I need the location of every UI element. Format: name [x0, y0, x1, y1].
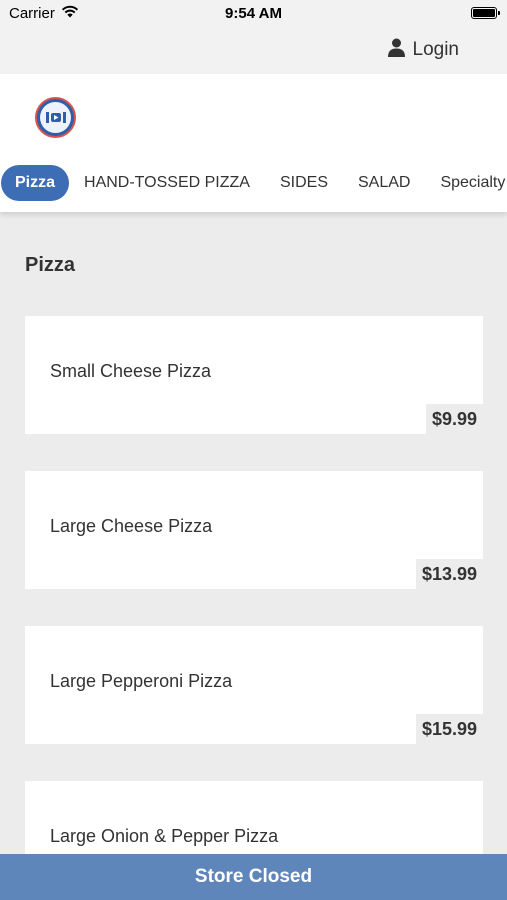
- tab-salad[interactable]: SALAD: [343, 165, 425, 201]
- tab-pizza[interactable]: Pizza: [1, 165, 70, 201]
- tab-specialty[interactable]: Specialty: [425, 165, 507, 201]
- menu-item-card[interactable]: Large Pepperoni Pizza $15.99: [25, 626, 483, 744]
- store-closed-banner[interactable]: Store Closed: [0, 854, 507, 900]
- restaurant-header: Pizza HAND-TOSSED PIZZA SIDES SALAD Spec…: [0, 74, 507, 212]
- menu-item-price: $9.99: [425, 404, 483, 434]
- tab-hand-tossed-pizza[interactable]: HAND-TOSSED PIZZA: [69, 165, 265, 201]
- login-label: Login: [412, 39, 460, 60]
- wifi-icon: [61, 5, 79, 22]
- menu-item-price: $15.99: [415, 714, 483, 744]
- section-title: Pizza: [25, 254, 76, 276]
- menu-item-card[interactable]: Large Cheese Pizza $13.99: [25, 471, 483, 589]
- restaurant-logo[interactable]: [35, 97, 76, 138]
- carrier-group: Carrier: [9, 5, 79, 22]
- menu-item-name: Small Cheese Pizza: [50, 361, 212, 381]
- tab-sides[interactable]: SIDES: [265, 165, 343, 201]
- carrier-label: Carrier: [9, 4, 55, 22]
- menu-item-name: Large Pepperoni Pizza: [50, 671, 233, 691]
- category-tabs: Pizza HAND-TOSSED PIZZA SIDES SALAD Spec…: [0, 165, 507, 201]
- login-button[interactable]: Login: [387, 38, 460, 63]
- menu-item-card[interactable]: Small Cheese Pizza $9.99: [25, 316, 483, 434]
- status-bar: Carrier 9:54 AM: [0, 0, 507, 26]
- menu-item-name: Large Onion & Pepper Pizza: [50, 826, 279, 846]
- login-bar: Login: [0, 26, 507, 74]
- logo-mark: [40, 102, 71, 133]
- battery-icon: [471, 7, 500, 19]
- menu-item-price: $13.99: [415, 559, 483, 589]
- person-icon: [387, 38, 405, 63]
- menu-item-name: Large Cheese Pizza: [50, 516, 213, 536]
